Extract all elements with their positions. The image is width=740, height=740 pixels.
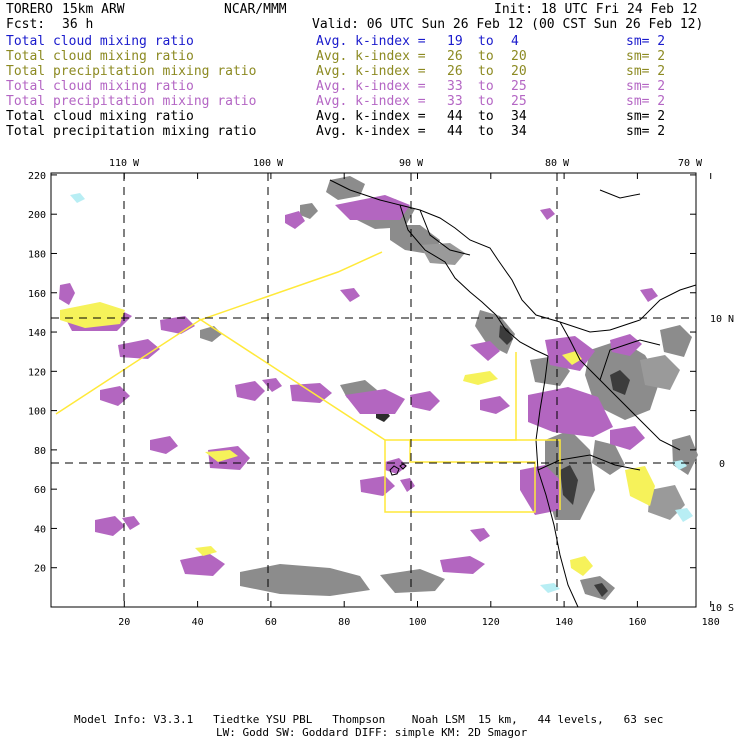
latitude-label: 0 <box>719 459 725 470</box>
longitude-label: 80 W <box>545 158 570 169</box>
y-tick-label: 120 <box>28 367 46 378</box>
longitude-label: 110 W <box>109 158 140 169</box>
y-tick-label: 180 <box>28 249 46 260</box>
y-tick-label: 20 <box>34 564 46 575</box>
map-plot: 110 W 100 W 90 W 80 W 70 W 10 N 0 10 S 20 40 60 80 1… <box>28 158 734 628</box>
x-tick-label: 100 <box>408 617 426 628</box>
y-tick-label: 140 <box>28 328 46 339</box>
y-tick-label: 100 <box>28 407 46 418</box>
latitude-label: 10 N <box>710 314 734 325</box>
model-info: Model Info: V3.3.1 Tiedtke YSU PBL Thomp… <box>74 713 664 726</box>
y-tick-label: 80 <box>34 446 46 457</box>
x-tick-label: 160 <box>628 617 646 628</box>
physics-info: LW: Godd SW: Goddard DIFF: simple KM: 2D… <box>216 726 528 739</box>
y-tick-label: 40 <box>34 524 46 535</box>
longitude-label: 100 W <box>253 158 284 169</box>
y-tick-label: 60 <box>34 485 46 496</box>
x-tick-label: 20 <box>118 617 130 628</box>
x-tick-label: 40 <box>192 617 204 628</box>
x-tick-label: 140 <box>555 617 573 628</box>
y-tick-label: 200 <box>28 210 46 221</box>
longitude-label: 70 W <box>678 158 703 169</box>
x-tick-label: 120 <box>482 617 500 628</box>
longitude-label: 90 W <box>399 158 424 169</box>
y-tick-label: 220 <box>28 171 46 182</box>
x-tick-label: 80 <box>338 617 350 628</box>
latitude-label: 10 S <box>710 603 734 614</box>
y-tick-label: 160 <box>28 289 46 300</box>
x-tick-label: 180 <box>702 617 720 628</box>
x-tick-label: 60 <box>265 617 277 628</box>
